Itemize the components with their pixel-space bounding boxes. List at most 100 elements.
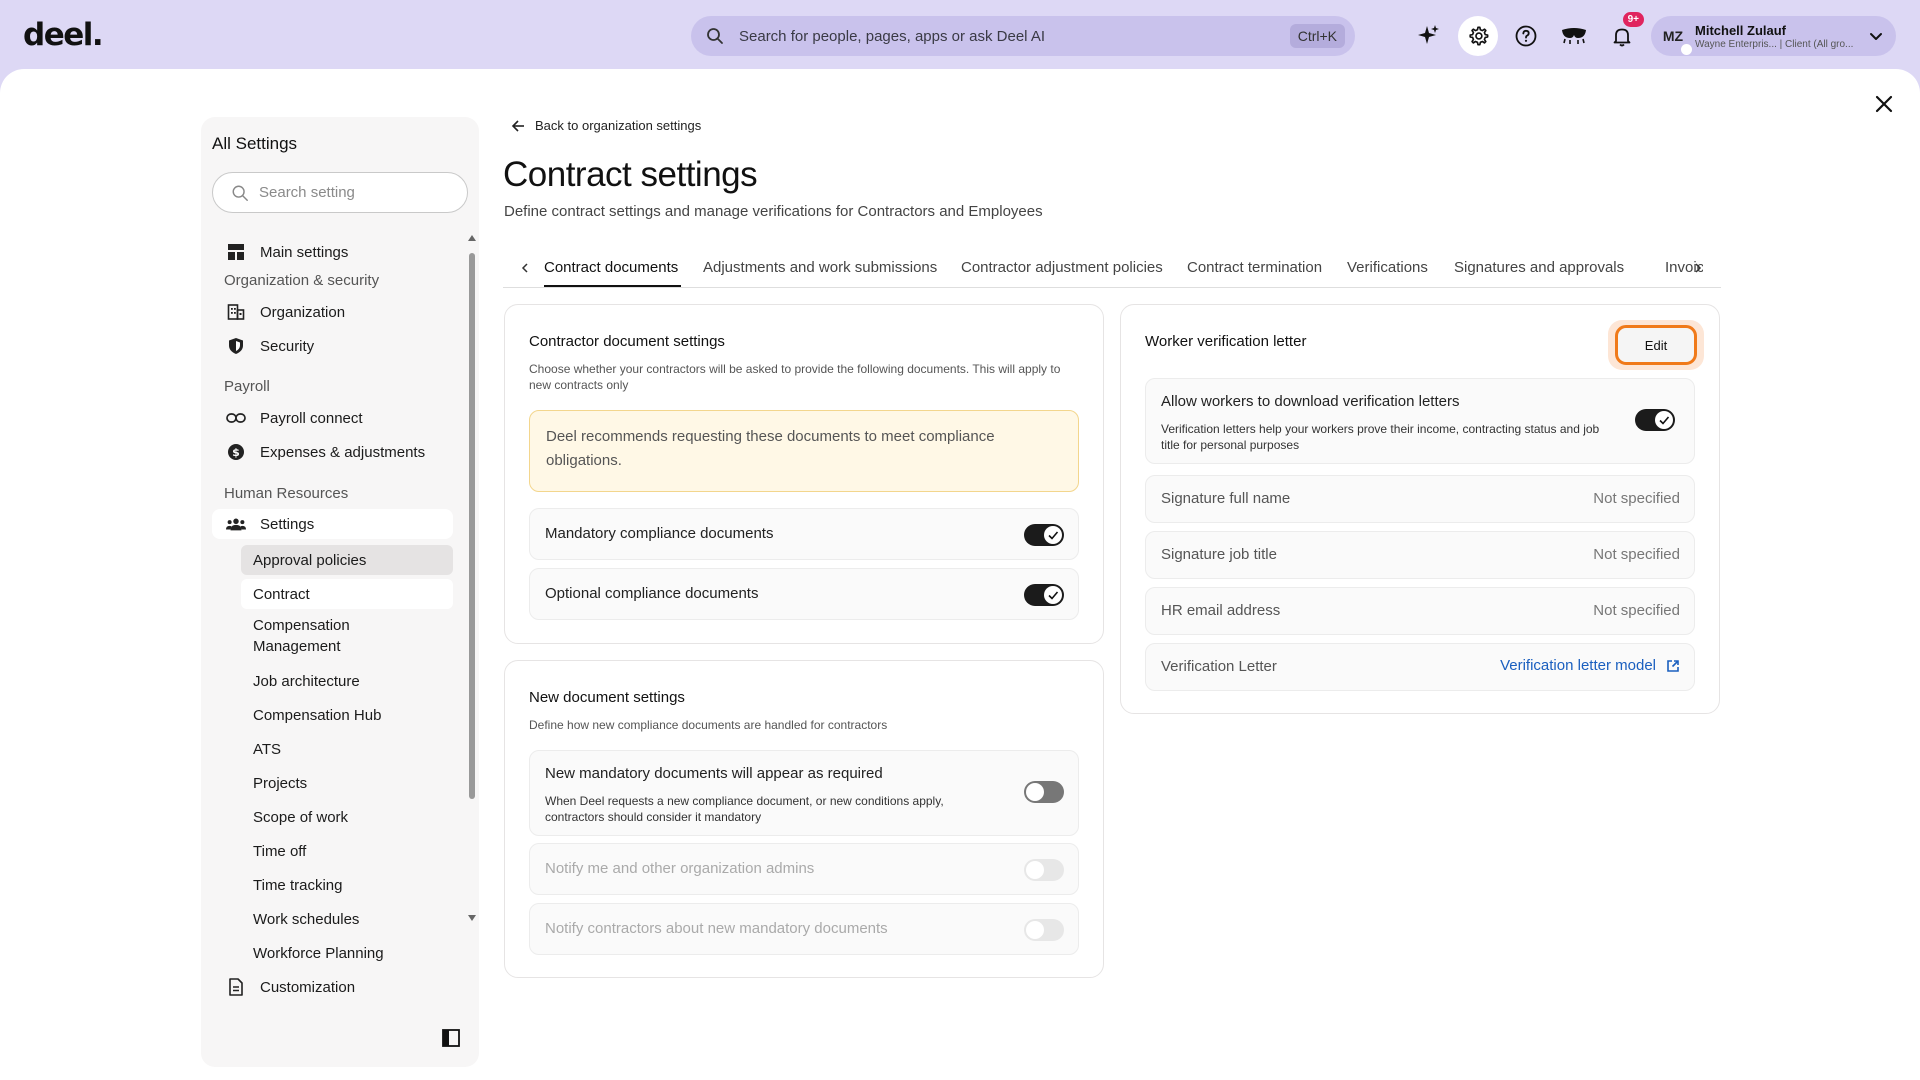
deel-logo[interactable]: deel. [23,17,104,53]
row-label: Verification Letter [1161,658,1277,675]
search-icon [707,28,723,44]
back-link-label: Back to organization settings [535,118,702,133]
sidebar-sub-time-tracking[interactable]: Time tracking [241,870,453,900]
verification-letter-link[interactable]: Verification letter model [1500,657,1680,674]
sidebar-item-label: Main settings [260,243,349,261]
sidebar-scrollbar[interactable] [468,235,476,921]
sidebar-item-label: Customization [260,978,356,996]
global-search[interactable]: Search for people, pages, apps or ask De… [691,16,1355,56]
sidebar-item-hr-settings[interactable]: Settings [212,509,453,539]
verification-letter-row: Verification Letter Verification letter … [1145,643,1695,691]
external-link-icon [1667,659,1679,672]
page-title: Contract settings [503,155,758,194]
sidebar-sub-time-off[interactable]: Time off [241,836,453,866]
sidebar-section-payroll: Payroll [224,378,270,395]
sidebar-item-main-settings[interactable]: Main settings [212,237,442,267]
sidebar-title: All Settings [212,134,298,153]
row-description: Verification letters help your workers p… [1161,422,1600,452]
active-tab-indicator [544,285,681,287]
sidebar-sub-projects[interactable]: Projects [241,768,453,798]
link-label[interactable]: Verification letter model [1500,657,1656,674]
settings-button[interactable] [1458,16,1498,56]
sidebar-sub-workforce-planning[interactable]: Workforce Planning [241,938,453,968]
status-dot [1681,44,1692,55]
sidebar-sub-work-schedules[interactable]: Work schedules [241,904,453,934]
sidebar-sub-ats[interactable]: ATS [241,734,453,764]
sidebar-item-customization[interactable]: Customization [212,972,442,1002]
check-icon [1048,531,1059,540]
document-icon [226,977,246,997]
layout-icon [226,242,246,262]
search-placeholder[interactable]: Search for people, pages, apps or ask De… [739,28,1290,45]
notify-contractors-toggle[interactable] [1024,919,1064,941]
tab-signatures-approvals[interactable]: Signatures and approvals [1454,259,1624,276]
sidebar-item-expenses[interactable]: $ Expenses & adjustments [212,437,442,467]
sidebar-search[interactable] [212,172,468,213]
ai-button[interactable] [1408,16,1448,56]
user-menu[interactable]: MZ Mitchell Zulauf Wayne Enterpris... | … [1651,16,1896,56]
new-mandatory-docs-toggle[interactable] [1024,781,1064,803]
card-description: Choose whether your contractors will be … [529,362,1061,392]
avatar: MZ [1657,20,1692,55]
row-label: Notify contractors about new mandatory d… [545,920,888,937]
sidebar-item-label: Expenses & adjustments [260,443,426,461]
sidebar-sub-approval-policies[interactable]: Approval policies [241,545,453,575]
row-label: New mandatory documents will appear as r… [545,765,883,782]
top-bar: deel. Search for people, pages, apps or … [0,0,1920,70]
sidebar-item-label: Payroll connect [260,409,363,427]
edit-button[interactable]: Edit [1615,325,1697,365]
sidebar-sub-job-architecture[interactable]: Job architecture [241,666,453,696]
sidebar-sub-contract[interactable]: Contract [241,579,453,609]
allow-download-row: Allow workers to download verification l… [1145,378,1695,464]
tab-verifications[interactable]: Verifications [1347,259,1428,276]
sidebar-sub-compensation-management[interactable]: Compensation Management [241,613,381,659]
new-mandatory-docs-row: New mandatory documents will appear as r… [529,750,1079,836]
row-label: Allow workers to download verification l… [1161,393,1460,410]
row-description: When Deel requests a new compliance docu… [545,794,944,824]
collapse-sidebar-icon[interactable] [442,1029,460,1047]
tab-contract-documents[interactable]: Contract documents [544,259,678,276]
optional-compliance-row: Optional compliance documents [529,568,1079,620]
help-button[interactable] [1506,16,1546,56]
shield-icon [226,336,246,356]
mandatory-compliance-toggle[interactable] [1024,524,1064,546]
optional-compliance-toggle[interactable] [1024,584,1064,606]
settings-sidebar: All Settings Main settings Organization … [201,117,479,1067]
sidebar-item-label: Security [260,337,315,355]
chevron-right-icon[interactable] [1693,260,1703,276]
eye-mask-button[interactable] [1554,16,1594,56]
arrow-left-icon [511,119,524,132]
scroll-up-icon[interactable] [468,235,476,241]
back-link[interactable]: Back to organization settings [511,118,701,133]
notify-contractors-row: Notify contractors about new mandatory d… [529,903,1079,955]
tab-adjustments[interactable]: Adjustments and work submissions [703,259,937,276]
row-label: Signature full name [1161,490,1291,507]
user-name: Mitchell Zulauf [1695,22,1786,38]
mandatory-compliance-row: Mandatory compliance documents [529,508,1079,560]
sidebar-item-organization[interactable]: Organization [212,297,442,327]
help-icon [1515,25,1537,47]
scroll-down-icon[interactable] [468,915,476,921]
sidebar-search-input[interactable] [259,184,439,201]
close-icon[interactable] [1872,92,1896,116]
sparkle-icon [1418,25,1439,44]
building-icon [226,302,246,322]
notify-admins-toggle[interactable] [1024,859,1064,881]
row-label: Optional compliance documents [545,585,759,602]
edit-button-focus-ring: Edit [1608,320,1704,370]
tab-contract-termination[interactable]: Contract termination [1187,259,1322,276]
chevron-left-icon[interactable] [520,260,530,276]
scroll-thumb[interactable] [469,253,475,799]
notifications-button[interactable]: 9+ [1602,12,1644,56]
sidebar-sub-scope-of-work[interactable]: Scope of work [241,802,453,832]
notify-admins-row: Notify me and other organization admins [529,843,1079,895]
allow-download-toggle[interactable] [1635,409,1675,431]
gear-icon [1469,26,1489,46]
search-icon [232,185,248,201]
tab-contractor-adjustment-policies[interactable]: Contractor adjustment policies [961,259,1163,276]
sidebar-item-security[interactable]: Security [212,331,442,361]
avatar-initials: MZ [1662,28,1684,44]
sidebar-item-payroll-connect[interactable]: Payroll connect [212,403,442,433]
new-document-settings-card: New document settings Define how new com… [504,660,1104,978]
sidebar-sub-compensation-hub[interactable]: Compensation Hub [241,700,453,730]
